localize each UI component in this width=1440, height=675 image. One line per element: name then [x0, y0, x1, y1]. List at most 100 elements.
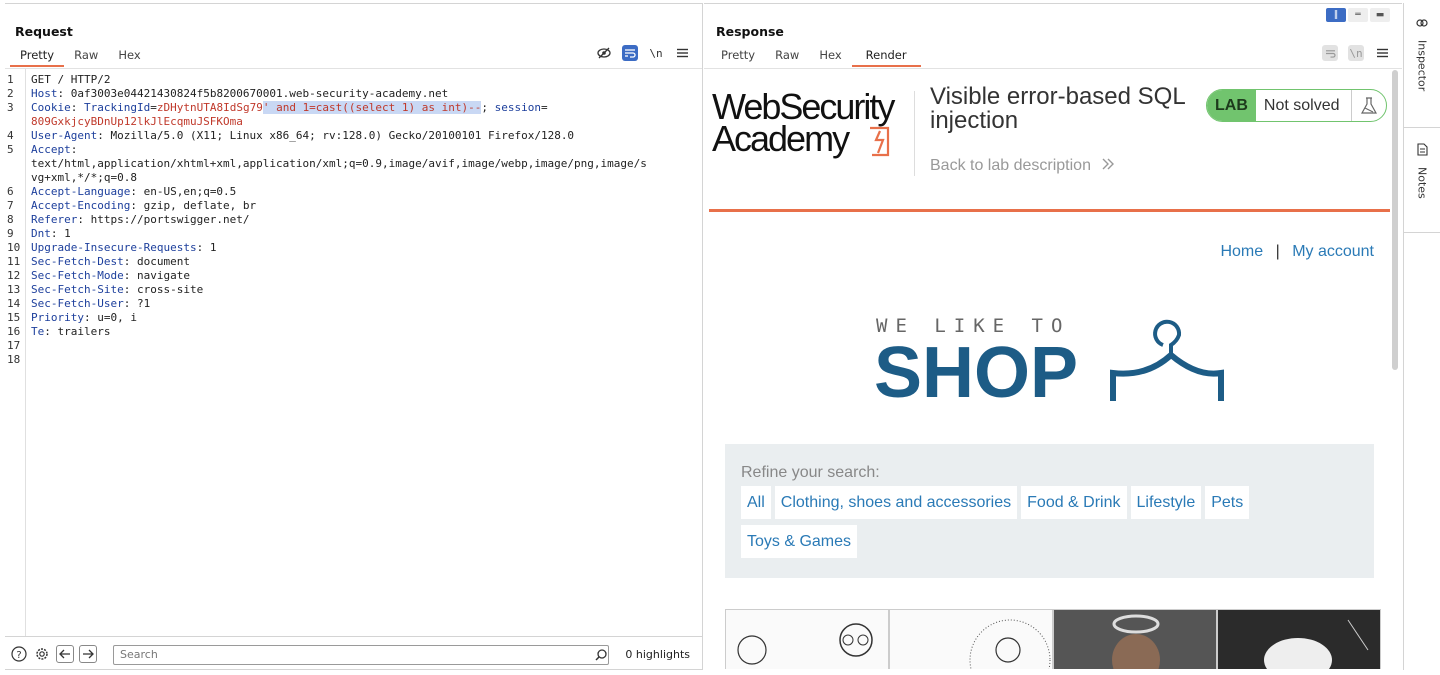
category-all[interactable]: All	[741, 486, 771, 519]
bolt-icon	[870, 126, 890, 157]
line-number: 1	[7, 73, 14, 86]
code-token: : trailers	[44, 325, 111, 338]
code-line: Sec-Fetch-User: ?1	[31, 297, 150, 311]
code-token: : en-US,en;q=0.5	[130, 185, 237, 198]
request-toolbar: \n	[596, 45, 690, 61]
code-token: =	[540, 101, 548, 114]
line-number: 13	[7, 283, 21, 296]
tabbed-layout-icon[interactable]: ▬	[1370, 8, 1390, 22]
header-accent-bar	[709, 209, 1390, 212]
code-token: GET / HTTP/2	[31, 73, 111, 86]
product-image[interactable]	[889, 609, 1053, 669]
code-line: Priority: u=0, i	[31, 311, 137, 325]
line-number: 11	[7, 255, 21, 268]
code-token: ' and 1=cast((select 1) as int)--	[262, 101, 482, 114]
tab-hex[interactable]: Hex	[108, 46, 150, 67]
code-token: 809GxkjcyBDnUp12lkJlEcqmuJSFKOma	[31, 115, 243, 128]
tab-raw[interactable]: Raw	[765, 46, 809, 67]
header-key: Upgrade-Insecure-Requests	[31, 241, 197, 254]
line-number-gutter: 1 2 3 4 5 6 7 8 9 10 11 12 13 14 15 16 17 18	[5, 69, 26, 636]
code-line: Sec-Fetch-Mode: navigate	[31, 269, 190, 283]
shop-logo: WE LIKE TO SHOP	[874, 315, 1234, 415]
header-key: Cookie	[31, 101, 71, 114]
line-number: 5	[7, 143, 14, 156]
tab-raw[interactable]: Raw	[64, 46, 108, 67]
code-token: : ?1	[123, 297, 151, 310]
category-toys-games[interactable]: Toys & Games	[741, 525, 858, 558]
newline-toggle-icon[interactable]: \n	[648, 45, 664, 61]
newline-toggle-icon[interactable]: \n	[1348, 45, 1364, 61]
category-food-drink[interactable]: Food & Drink	[1021, 486, 1127, 519]
line-number: 16	[7, 325, 21, 338]
response-tabs: Pretty Raw Hex Render	[711, 46, 921, 67]
back-arrow-icon[interactable]	[56, 644, 74, 663]
site-nav: Home | My account	[1220, 243, 1374, 261]
lab-status-text: Not solved	[1263, 96, 1340, 114]
layout-toggle: ‖ ═ ▬	[1326, 8, 1390, 22]
code-line: Te: trailers	[31, 325, 110, 339]
code-token: : u=0, i	[83, 311, 137, 324]
code-line: Cookie: TrackingId=zDHytnUTA8IdSg79' and…	[31, 101, 548, 115]
code-line: Accept-Language: en-US,en;q=0.5	[31, 185, 236, 199]
code-token: : document	[123, 255, 190, 268]
search-icon[interactable]	[595, 649, 607, 664]
code-token: :	[70, 143, 78, 156]
lab-status-badge: LAB Not solved	[1206, 89, 1388, 122]
word-wrap-icon[interactable]	[622, 45, 638, 61]
word-wrap-icon[interactable]	[1322, 45, 1338, 61]
logo-line2: Academy	[712, 118, 850, 159]
forward-arrow-icon[interactable]	[79, 644, 97, 663]
code-line: vg+xml,*/*;q=0.8	[31, 171, 137, 185]
rail-divider	[1404, 127, 1440, 128]
refine-label: Refine your search:	[741, 464, 880, 481]
menu-icon[interactable]	[674, 45, 690, 61]
tab-pretty[interactable]: Pretty	[10, 46, 65, 67]
request-title: Request	[15, 24, 73, 39]
category-lifestyle[interactable]: Lifestyle	[1130, 486, 1202, 519]
nav-home-link[interactable]: Home	[1220, 243, 1263, 260]
category-clothing[interactable]: Clothing, shoes and accessories	[774, 486, 1018, 519]
product-image[interactable]	[1217, 609, 1381, 669]
code-token: : 1	[50, 227, 71, 240]
header-key: Te	[31, 325, 45, 338]
code-line: Upgrade-Insecure-Requests: 1	[31, 241, 216, 255]
header-key: Sec-Fetch-Mode	[31, 269, 124, 282]
line-number: 9	[7, 227, 14, 240]
tab-render[interactable]: Render	[851, 46, 921, 67]
back-link-label: Back to lab description	[930, 157, 1091, 174]
code-token: =	[150, 101, 157, 114]
line-number: 6	[7, 185, 14, 198]
line-number: 4	[7, 129, 14, 142]
header-key: Host	[31, 87, 58, 100]
split-horizontal-icon[interactable]: ‖	[1326, 8, 1346, 22]
category-pets[interactable]: Pets	[1205, 486, 1250, 519]
lab-title: Visible error-based SQL injection	[930, 83, 1185, 134]
web-security-academy-logo[interactable]: WebSecurity Academy	[712, 89, 910, 161]
split-vertical-icon[interactable]: ═	[1348, 8, 1368, 22]
code-line: Accept-Encoding: gzip, deflate, br	[31, 199, 256, 213]
request-footer: ? Search 0 highlights	[5, 636, 702, 670]
code-token: : 1	[196, 241, 217, 254]
product-image[interactable]	[1053, 609, 1217, 669]
inspector-tab[interactable]: Inspector	[1404, 17, 1440, 91]
scrollbar[interactable]	[1392, 70, 1398, 370]
side-rail: Inspector Notes	[1403, 3, 1440, 670]
tab-pretty[interactable]: Pretty	[711, 46, 765, 67]
settings-gear-icon[interactable]	[33, 645, 51, 663]
product-image[interactable]	[725, 609, 889, 669]
notes-tab[interactable]: Notes	[1404, 143, 1440, 199]
code-token: zDHytnUTA8IdSg79	[156, 101, 263, 114]
search-input[interactable]: Search	[113, 645, 609, 665]
line-number: 7	[7, 199, 14, 212]
nav-my-account-link[interactable]: My account	[1292, 243, 1374, 260]
menu-icon[interactable]	[1374, 45, 1390, 61]
back-to-lab-link[interactable]: Back to lab description	[930, 157, 1115, 175]
help-icon[interactable]: ?	[10, 645, 28, 663]
refine-search-box: Refine your search: All Clothing, shoes …	[725, 444, 1374, 578]
tab-hex[interactable]: Hex	[809, 46, 851, 67]
hide-non-printable-icon[interactable]	[596, 45, 612, 61]
header-key: Accept-Encoding	[31, 199, 131, 212]
line-number: 12	[7, 269, 21, 282]
code-token: :	[70, 101, 84, 114]
line-number: 2	[7, 87, 14, 100]
